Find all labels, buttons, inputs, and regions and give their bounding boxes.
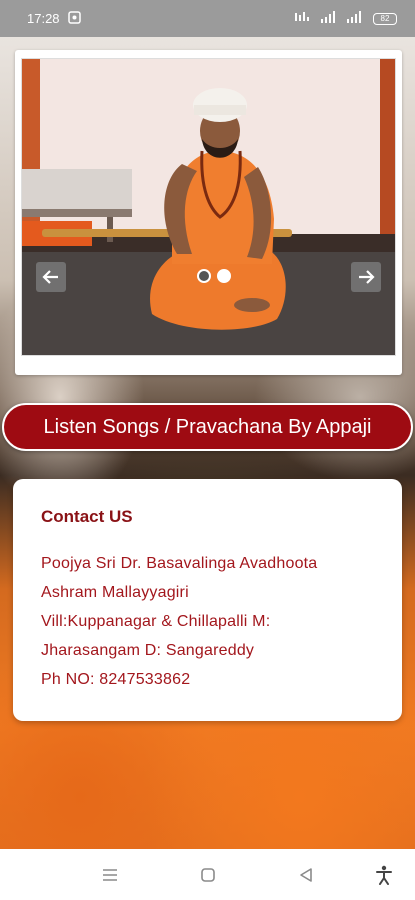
slider-dot-1[interactable] — [197, 269, 211, 283]
slider-photo[interactable] — [21, 58, 396, 356]
contact-name: Poojya Sri Dr. Basavalinga Avadhoota — [41, 555, 318, 572]
contact-district: Jharasangam D: Sangareddy — [41, 642, 255, 659]
menu-icon — [103, 869, 117, 881]
image-slider-card — [15, 50, 402, 375]
accessibility-icon — [376, 865, 392, 885]
status-time: 17:28 — [27, 11, 60, 26]
contact-card: Contact US Poojya Sri Dr. Basavalinga Av… — [13, 479, 402, 721]
accessibility-button[interactable] — [372, 863, 396, 887]
slider-next-button[interactable] — [351, 262, 381, 292]
listen-songs-button[interactable]: Listen Songs / Pravachana By Appaji — [2, 403, 413, 451]
wifi-signal-icon — [347, 11, 363, 26]
menu-button[interactable] — [98, 863, 122, 887]
home-icon — [201, 868, 215, 882]
arrow-right-icon — [359, 270, 375, 284]
status-bar: 17:28 82 — [0, 0, 415, 37]
slider-dots — [197, 269, 231, 283]
system-nav-bar — [0, 849, 415, 900]
slider-prev-button[interactable] — [36, 262, 66, 292]
contact-title: Contact US — [41, 507, 133, 526]
arrow-left-icon — [42, 270, 58, 284]
home-button[interactable] — [196, 863, 220, 887]
signal-icon — [321, 11, 337, 26]
hd-signal-icon — [295, 11, 311, 26]
back-button[interactable] — [294, 863, 318, 887]
back-icon — [300, 868, 312, 882]
contact-ashram: Ashram Mallayyagiri — [41, 584, 189, 601]
contact-phone[interactable]: Ph NO: 8247533862 — [41, 665, 386, 694]
battery-icon: 82 — [373, 12, 397, 25]
slider-dot-2[interactable] — [217, 269, 231, 283]
contact-village: Vill:Kuppanagar & Chillapalli M: — [41, 613, 271, 630]
message-icon — [67, 10, 81, 27]
